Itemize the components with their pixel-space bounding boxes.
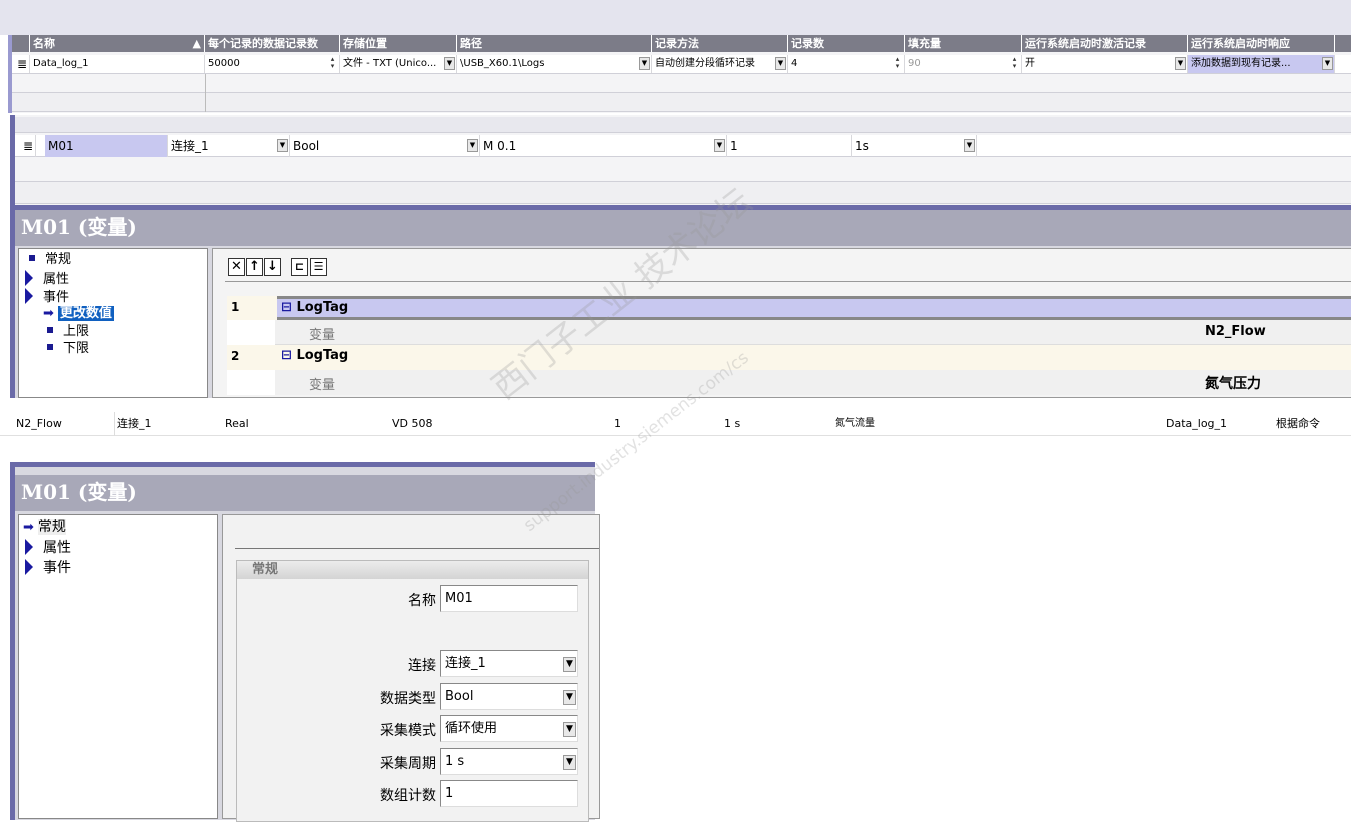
acq-mode-select[interactable]: 循环使用 ▼ [440, 715, 578, 742]
field-label-datatype: 数据类型 [380, 691, 436, 707]
dropdown-icon[interactable]: ▼ [563, 690, 576, 705]
method-value: 自动创建分段循环记录 [655, 58, 755, 69]
array-count-input[interactable]: 1 [440, 780, 578, 807]
tag-array-count: 1 [614, 417, 621, 430]
dropdown-icon[interactable]: ▼ [964, 139, 975, 152]
field-label-connection: 连接 [408, 658, 436, 674]
field-label-acq-mode: 采集模式 [380, 723, 436, 739]
connection-select[interactable]: 连接_1 ▼ [440, 650, 578, 677]
cell-fill[interactable]: 90 ▴ ▾ [905, 55, 1022, 73]
dropdown-icon[interactable]: ▼ [775, 57, 786, 70]
dropdown-icon[interactable]: ▼ [563, 657, 576, 672]
cell-response[interactable]: 添加数据到现有记录... ▼ [1188, 55, 1335, 73]
tag-comment: 氮气流量 [835, 418, 875, 429]
col-activate[interactable]: 运行系统启动时激活记录 [1022, 35, 1188, 52]
field-label-array-count: 数组计数 [380, 788, 436, 804]
dropdown-icon[interactable]: ▼ [1175, 57, 1186, 70]
field-label-name: 名称 [408, 593, 436, 609]
param-value[interactable]: 氮气压力 [1205, 373, 1261, 393]
cell-array-count[interactable]: 1 [727, 135, 852, 157]
dropdown-icon[interactable]: ▼ [639, 57, 650, 70]
dropdown-icon[interactable]: ▼ [714, 139, 725, 152]
field-label-acq-cycle: 采集周期 [380, 756, 436, 772]
col-count[interactable]: 记录数 [788, 35, 905, 52]
param-value[interactable]: N2_Flow [1205, 324, 1266, 339]
dropdown-icon[interactable]: ▼ [563, 755, 576, 770]
dropdown-icon[interactable]: ▼ [1322, 57, 1333, 70]
cell-count[interactable]: 4 ▴ ▾ [788, 55, 905, 73]
col-method[interactable]: 记录方法 [652, 35, 788, 52]
count-value: 4 [791, 58, 798, 69]
col-more [1335, 35, 1351, 52]
tag-log-mode: 根据命令 [1276, 417, 1320, 430]
col-fill[interactable]: 填充量 [905, 35, 1022, 52]
fill-value: 90 [908, 58, 921, 69]
cell-method[interactable]: 自动创建分段循环记录 ▼ [652, 55, 788, 73]
cycle-value: 1s [855, 139, 869, 153]
tag-cycle: 1 s [724, 417, 741, 430]
response-value: 添加数据到现有记录... [1191, 58, 1291, 69]
name-input[interactable]: M01 [440, 585, 578, 612]
dropdown-icon[interactable]: ▼ [563, 722, 576, 737]
col-response[interactable]: 运行系统启动时响应 [1188, 35, 1335, 52]
datatype-select[interactable]: Bool ▼ [440, 683, 578, 710]
spinner-icon[interactable]: ▴ ▾ [1009, 56, 1020, 71]
tag-log: Data_log_1 [1166, 417, 1228, 430]
acq-cycle-select[interactable]: 1 s ▼ [440, 748, 578, 775]
activate-value: 开 [1025, 58, 1035, 69]
cell-cycle[interactable]: 1s ▼ [852, 135, 977, 157]
spinner-icon[interactable]: ▴ ▾ [892, 56, 903, 71]
cell-activate[interactable]: 开 ▼ [1022, 55, 1188, 73]
